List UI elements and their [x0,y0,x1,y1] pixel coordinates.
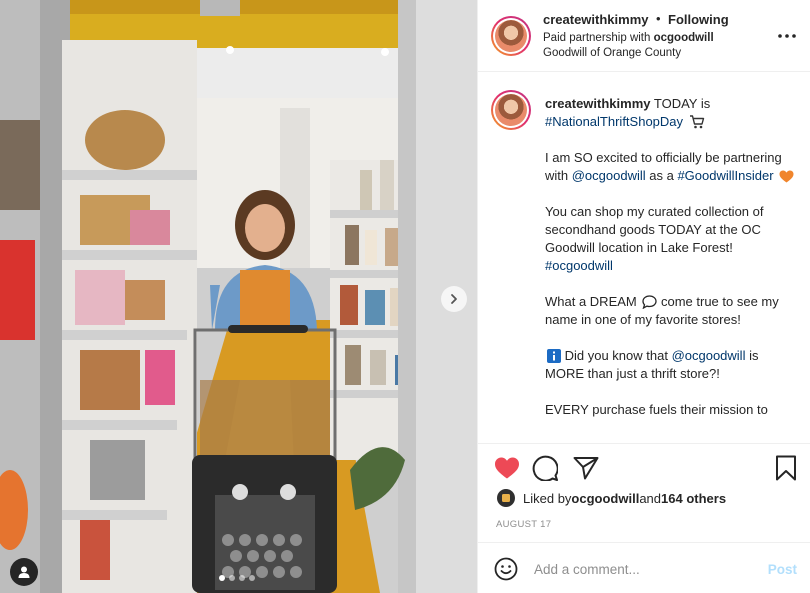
comment-form: Post [478,542,810,593]
goodwill-logo-icon [502,494,510,502]
user-tags-button[interactable] [10,558,38,586]
caption-p4-a: What a DREAM [545,294,641,309]
carousel-indicator [219,575,255,581]
likes-summary: Liked by ocgoodwill and 164 others [497,489,726,507]
caption-text: createwithkimmy TODAY is #NationalThrift… [545,95,795,437]
caption-paragraph: createwithkimmy TODAY is #NationalThrift… [545,95,795,131]
share-button[interactable] [572,454,600,482]
mention-link[interactable]: @ocgoodwill [572,168,646,183]
save-button[interactable] [772,454,800,482]
comment-icon [532,455,558,481]
caption-username[interactable]: createwithkimmy [545,96,651,111]
action-bar [478,443,810,491]
carousel-next-button[interactable] [441,286,467,312]
speech-bubble-icon [642,295,658,309]
post-sidebar: createwithkimmy • Following Paid partner… [477,0,810,593]
separator-dot: • [656,11,661,26]
likes-and: and [639,490,662,506]
post-photo [0,0,477,593]
user-tag-icon [18,566,30,578]
comment-input[interactable] [534,558,754,580]
post-media[interactable] [0,0,477,593]
chevron-right-icon [451,294,457,304]
caption-paragraph: What a DREAM come true to see my name in… [545,293,795,329]
caption-paragraph: You can shop my curated collection of se… [545,203,795,275]
author-avatar[interactable] [491,16,531,56]
paid-partnership-label: Paid partnership with ocgoodwill [543,32,714,44]
caption-p6: EVERY purchase fuels their mission to [545,402,768,417]
following-button[interactable]: Following [668,12,729,27]
carousel-dot [249,575,255,581]
caption-avatar[interactable] [491,90,531,130]
carousel-dot [239,575,245,581]
more-horizontal-icon [778,34,796,38]
emoji-button[interactable] [494,557,520,583]
orange-heart-icon [779,170,794,183]
liker-username[interactable]: ocgoodwill [571,491,639,506]
caption-p3-text: You can shop my curated collection of se… [545,204,764,255]
bookmark-icon [776,455,796,481]
hashtag-link[interactable]: #ocgoodwill [545,258,613,273]
heart-filled-icon [495,457,519,479]
author-username[interactable]: createwithkimmy [543,12,649,27]
liker-avatar[interactable] [497,489,515,507]
paid-partnership-prefix: Paid partnership with [543,32,654,44]
shopping-cart-icon [689,115,704,129]
caption-paragraph: I am SO excited to officially be partner… [545,149,795,185]
carousel-dot [219,575,225,581]
caption-p2-mid: as a [645,168,678,183]
information-icon [547,349,561,363]
location-link[interactable]: Goodwill of Orange County [543,47,681,59]
mention-link[interactable]: @ocgoodwill [672,348,746,363]
paper-plane-icon [573,457,599,480]
carousel-dot [229,575,235,581]
hashtag-link[interactable]: #NationalThriftShopDay [545,114,683,129]
post-date[interactable]: AUGUST 17 [496,519,551,530]
more-options-button[interactable] [777,26,797,46]
caption-paragraph: Did you know that @ocgoodwill is MORE th… [545,347,795,383]
caption-paragraph: EVERY purchase fuels their mission to [545,401,795,419]
like-button[interactable] [493,454,521,482]
caption-area: createwithkimmy TODAY is #NationalThrift… [478,72,810,442]
caption-p5-a: Did you know that [561,348,672,363]
emoji-smile-icon [494,557,518,581]
partner-link[interactable]: ocgoodwill [654,32,714,44]
likes-prefix: Liked by [523,490,572,506]
likes-others-link[interactable]: 164 others [661,491,726,506]
post-comment-button[interactable]: Post [768,562,797,577]
hashtag-link[interactable]: #GoodwillInsider [677,168,773,183]
caption-line1-text: TODAY is [650,96,711,111]
comment-button[interactable] [531,454,559,482]
post-header: createwithkimmy • Following Paid partner… [478,0,810,72]
